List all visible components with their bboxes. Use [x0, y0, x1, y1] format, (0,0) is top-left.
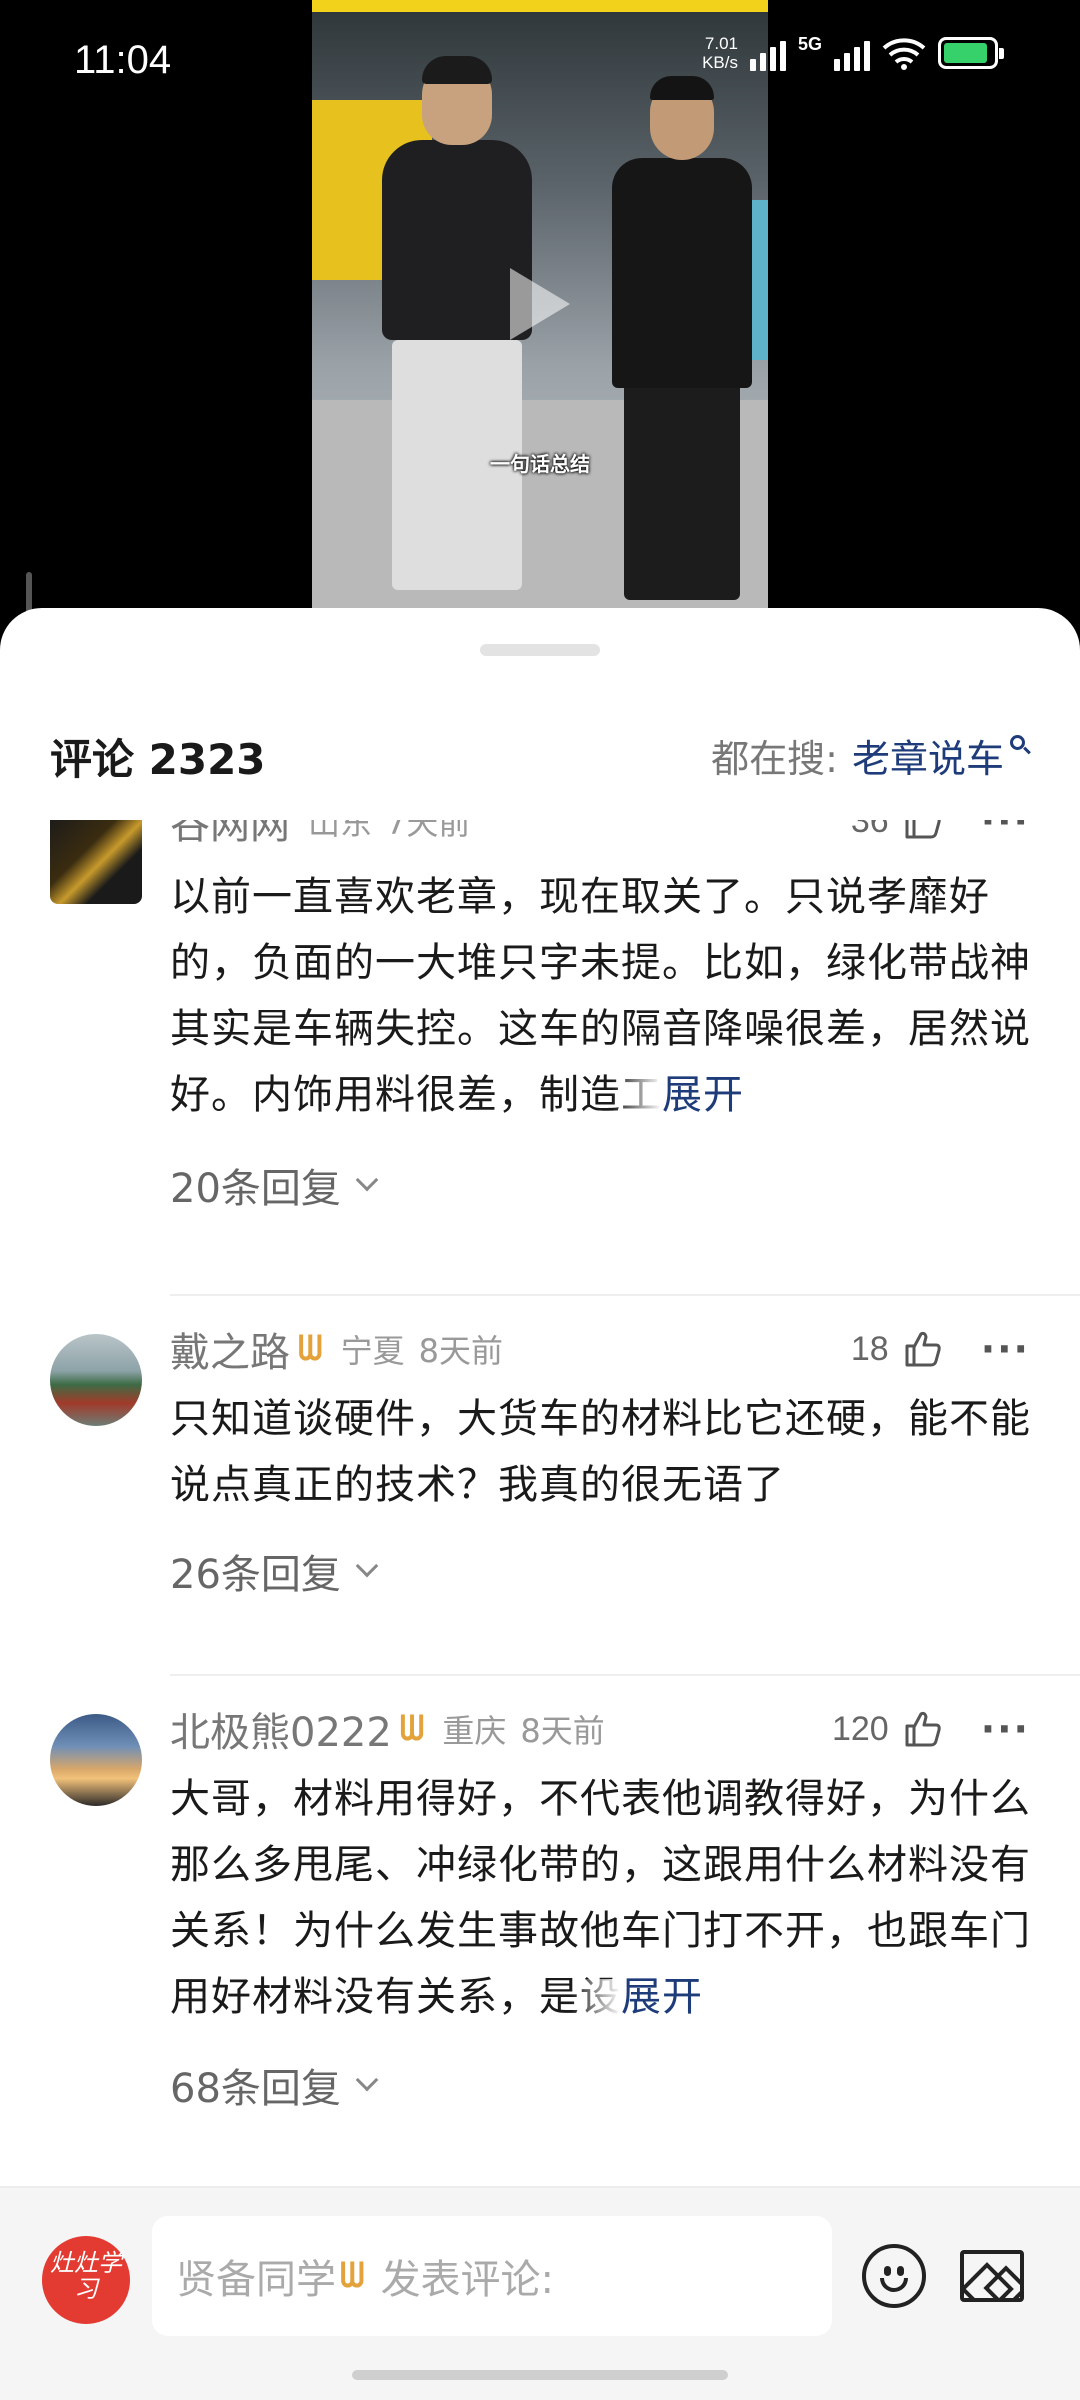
member-badge-icon: ᗯ [340, 2256, 365, 2296]
chevron-down-icon [355, 1554, 379, 1578]
signal-icon-2 [834, 35, 870, 71]
status-icons: 7.01 KB/s 5G [702, 34, 1004, 72]
comment-text: 大哥，材料用得好，不代表他调教得好，为什么那么多甩尾、冲绿化带的，这跟用什么材料… [170, 1776, 1031, 2020]
hot-search-label: 都在搜: [711, 737, 838, 781]
comment-author[interactable]: 戴之路 [170, 1320, 290, 1378]
comment-author[interactable]: 谷网网 [170, 820, 290, 850]
status-time: 11:04 [74, 38, 172, 82]
input-placeholder: 发表评论: [380, 2257, 555, 2303]
like-icon[interactable] [903, 820, 943, 840]
comments-sheet: 评论 2323 都在搜: 老章说车 谷网网 山东 7天前 36 ··· 以前一直… [0, 608, 1080, 2400]
video-caption: 一句话总结 [490, 452, 590, 476]
search-icon[interactable] [1010, 734, 1031, 755]
hot-search-term[interactable]: 老章说车 [852, 728, 1004, 783]
avatar[interactable] [50, 1334, 142, 1426]
drag-handle[interactable] [480, 644, 600, 656]
network-type: 5G [797, 34, 822, 54]
comment-meta: 北极熊0222 ᗯ 重庆 8天前 120 ··· [170, 1704, 1030, 1756]
wifi-icon [882, 38, 926, 70]
replies-button[interactable]: 68条回复 [170, 2056, 379, 2114]
input-username: 贤备同学 [176, 2257, 336, 2303]
like-icon[interactable] [903, 1330, 943, 1368]
expand-button[interactable]: 展开 [662, 1072, 744, 1118]
more-icon[interactable]: ··· [981, 820, 1030, 840]
like-count: 120 [831, 1709, 889, 1748]
hot-search[interactable]: 都在搜: 老章说车 [711, 728, 1031, 783]
comment-item: 谷网网 山东 7天前 36 ··· 以前一直喜欢老章，现在取关了。只说孝靡好的，… [0, 820, 1080, 1214]
play-icon[interactable] [510, 268, 570, 340]
comment-meta: 戴之路 ᗯ 宁夏 8天前 18 ··· [170, 1324, 1030, 1376]
comment-location: 山东 [308, 820, 373, 842]
replies-button[interactable]: 20条回复 [170, 1156, 379, 1214]
status-bar: 11:04 7.01 KB/s 5G [0, 0, 1080, 130]
my-avatar[interactable]: 灶灶学习 [42, 2236, 130, 2324]
comment-meta: 谷网网 山东 7天前 36 ··· [170, 820, 1030, 848]
home-indicator[interactable] [352, 2370, 728, 2380]
video-person-right [612, 76, 752, 600]
comment-time: 7天前 [386, 820, 471, 842]
expand-button[interactable]: 展开 [621, 1974, 703, 2020]
network-speed: 7.01 KB/s [702, 34, 738, 72]
avatar[interactable] [50, 820, 142, 904]
divider [170, 1294, 1080, 1296]
member-badge-icon: ᗯ [399, 1709, 425, 1749]
comment-count: 评论 2323 [50, 735, 266, 784]
comments-header: 评论 2323 都在搜: 老章说车 [0, 708, 1080, 820]
comment-input-bar: 灶灶学习 贤备同学 ᗯ 发表评论: [0, 2186, 1080, 2400]
comment-item: 北极熊0222 ᗯ 重庆 8天前 120 ··· 大哥，材料用得好，不代表他调教… [0, 1700, 1080, 2180]
battery-icon [938, 37, 1004, 69]
member-badge-icon: ᗯ [298, 1329, 323, 1369]
chevron-down-icon [355, 2068, 379, 2092]
comment-time: 8天前 [418, 1332, 503, 1370]
battery-level [944, 43, 988, 63]
more-icon[interactable]: ··· [981, 1710, 1030, 1748]
comment-location: 重庆 [442, 1712, 507, 1750]
comment-location: 宁夏 [340, 1332, 405, 1370]
divider [170, 1674, 1080, 1676]
avatar[interactable] [50, 1714, 142, 1806]
comment-item: 戴之路 ᗯ 宁夏 8天前 18 ··· 只知道谈硬件，大货车的材料比它还硬，能不… [0, 1320, 1080, 1650]
more-icon[interactable]: ··· [981, 1330, 1030, 1368]
comment-input[interactable]: 贤备同学 ᗯ 发表评论: [152, 2216, 832, 2336]
comment-text: 以前一直喜欢老章，现在取关了。只说孝靡好的，负面的一大堆只字未提。比如，绿化带战… [170, 874, 1031, 1118]
signal-icon [749, 35, 786, 71]
comment-author[interactable]: 北极熊0222 [170, 1700, 392, 1758]
emoji-icon[interactable] [862, 2244, 926, 2308]
like-icon[interactable] [903, 1710, 943, 1748]
chevron-down-icon [355, 1168, 379, 1192]
image-icon[interactable] [960, 2250, 1024, 2302]
comment-text: 只知道谈硬件，大货车的材料比它还硬，能不能说点真正的技术？我真的很无语了 [170, 1396, 1031, 1508]
replies-button[interactable]: 26条回复 [170, 1542, 379, 1600]
comments-list[interactable]: 谷网网 山东 7天前 36 ··· 以前一直喜欢老章，现在取关了。只说孝靡好的，… [0, 820, 1080, 2216]
comment-time: 8天前 [520, 1712, 605, 1750]
like-count: 18 [850, 1329, 889, 1368]
like-count: 36 [850, 820, 889, 840]
